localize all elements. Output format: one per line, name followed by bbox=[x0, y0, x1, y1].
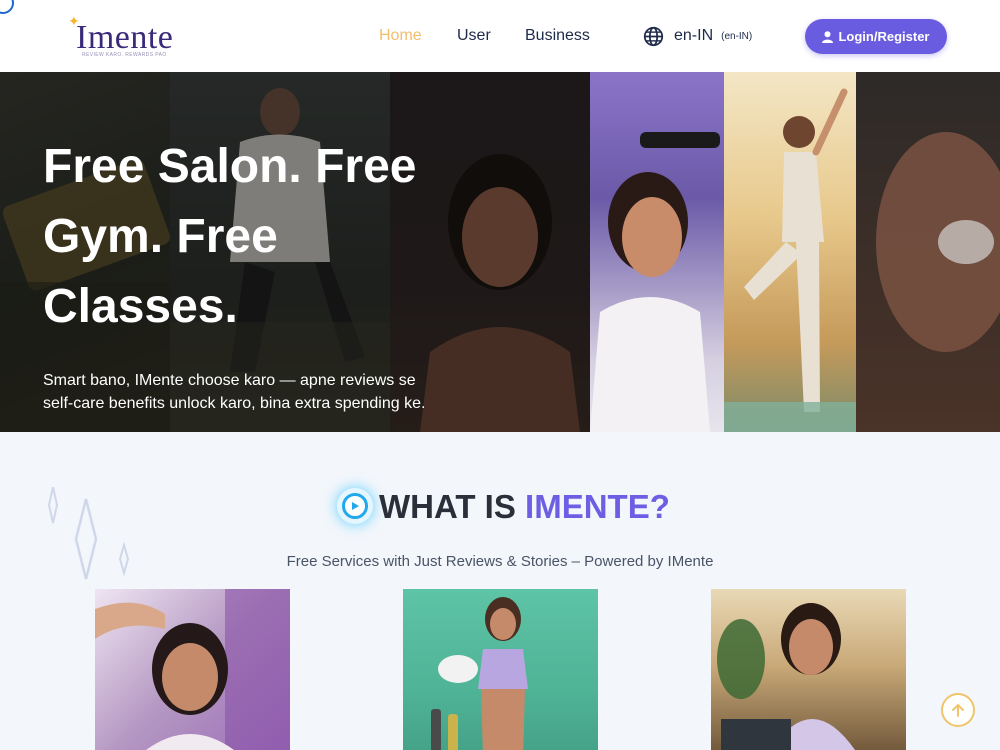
service-card-classes[interactable] bbox=[711, 589, 906, 750]
section-title-prefix: WHAT IS bbox=[379, 488, 526, 525]
service-card-salon[interactable] bbox=[95, 589, 290, 750]
service-card-gym[interactable] bbox=[403, 589, 598, 750]
page: ✦ Imente REVIEW KARO. REWARDS PAO Home U… bbox=[0, 0, 1000, 750]
section-subtitle: Free Services with Just Reviews & Storie… bbox=[286, 553, 714, 570]
hero-banner: Free Salon. Free Gym. Free Classes. Smar… bbox=[0, 72, 1000, 432]
arrow-up-icon bbox=[952, 704, 964, 717]
language-selector[interactable]: en-IN (en-IN) bbox=[643, 25, 752, 47]
nav-business[interactable]: Business bbox=[525, 26, 590, 46]
section-title-accent: IMENTE? bbox=[525, 488, 670, 525]
scroll-to-top-button[interactable] bbox=[941, 693, 975, 727]
hero-photo-yoga bbox=[724, 72, 856, 432]
header: ✦ Imente REVIEW KARO. REWARDS PAO Home U… bbox=[0, 0, 1000, 72]
login-register-button[interactable]: Login/Register bbox=[805, 19, 947, 54]
globe-icon bbox=[643, 26, 664, 46]
hero-photo-salon bbox=[590, 72, 724, 432]
hero-photo-skincare bbox=[856, 72, 1000, 432]
login-register-label: Login/Register bbox=[838, 29, 930, 44]
language-code: en-IN bbox=[674, 27, 714, 44]
sparkle-icon bbox=[47, 487, 130, 580]
nav-home[interactable]: Home bbox=[379, 26, 422, 46]
nav-user[interactable]: User bbox=[457, 26, 491, 46]
logo[interactable]: ✦ Imente REVIEW KARO. REWARDS PAO bbox=[68, 14, 198, 60]
section-title: WHAT IS IMENTE? bbox=[379, 487, 670, 527]
hero-subtitle: Smart bano, IMente choose karo — apne re… bbox=[43, 372, 426, 412]
hero-title: Free Salon. Free Gym. Free Classes. bbox=[43, 140, 417, 333]
corner-indicator[interactable] bbox=[0, 0, 14, 14]
user-icon bbox=[822, 30, 834, 43]
language-sub: (en-IN) bbox=[721, 30, 753, 42]
play-icon bbox=[337, 488, 373, 524]
logo-tagline: REVIEW KARO. REWARDS PAO bbox=[82, 52, 167, 58]
what-is-section: WHAT IS IMENTE? Free Services with Just … bbox=[0, 432, 1000, 750]
